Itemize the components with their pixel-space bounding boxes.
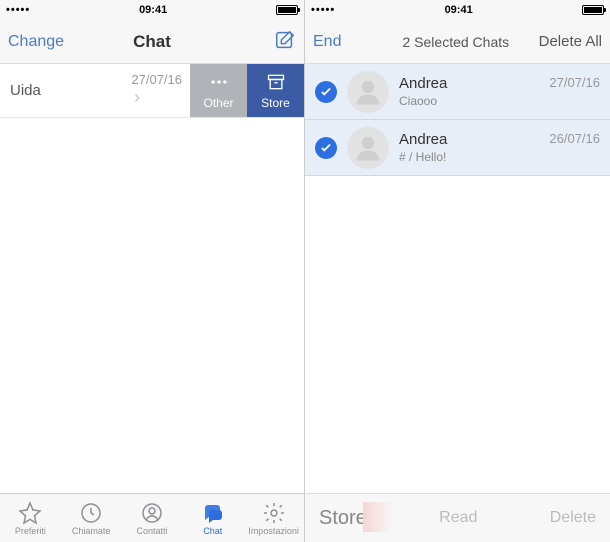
chat-list: Uida 27/07/16 › Other Store <box>0 64 304 493</box>
gear-icon <box>262 501 286 525</box>
tab-calls[interactable]: Chiamate <box>61 494 122 542</box>
selected-chat-row[interactable]: Andrea Ciaooo 27/07/16 <box>305 64 610 120</box>
chat-info: Andrea # / Hello! 26/07/16 <box>399 131 600 164</box>
tab-fav-label: Preferiti <box>15 526 46 536</box>
screen-chat-list: ••••• 09:41 Change Chat Uida 27/07/16 › <box>0 0 305 542</box>
chat-date: 27/07/16 <box>549 75 600 90</box>
tab-favorites[interactable]: Preferiti <box>0 494 61 542</box>
contact-icon <box>140 501 164 525</box>
status-time: 09:41 <box>445 4 473 16</box>
chat-name: Uida <box>10 82 41 99</box>
battery-indicator <box>582 5 604 15</box>
swipe-store-label: Store <box>261 96 290 110</box>
nav-bar-edit: End 2 Selected Chats Delete All <box>305 20 610 64</box>
status-bar-right: ••••• 09:41 <box>305 0 610 20</box>
chevron-right-icon: › <box>134 87 140 108</box>
star-icon <box>18 501 42 525</box>
chat-row[interactable]: Uida 27/07/16 › Other Store <box>0 64 304 118</box>
selected-chat-row[interactable]: Andrea # / Hello! 26/07/16 <box>305 120 610 176</box>
chat-date: 27/07/16 <box>131 72 182 87</box>
swipe-action-other[interactable]: Other <box>190 64 247 117</box>
status-time: 09:41 <box>139 4 167 16</box>
nav-bar: Change Chat <box>0 20 304 64</box>
toolbar-store-button[interactable]: Store <box>319 507 367 530</box>
blur-gradient <box>363 502 393 532</box>
tab-chat[interactable]: Chat <box>182 494 243 542</box>
compose-icon <box>274 29 296 51</box>
tab-settings[interactable]: Impostazioni <box>243 494 304 542</box>
ellipsis-icon <box>209 72 229 92</box>
tab-contacts-label: Contatti <box>136 526 167 536</box>
edit-toolbar: Store Read Delete <box>305 493 610 542</box>
clock-icon <box>79 501 103 525</box>
chat-date: 26/07/16 <box>549 131 600 146</box>
battery-icon <box>582 5 604 15</box>
chat-preview: # / Hello! <box>399 150 600 164</box>
archive-icon <box>266 72 286 92</box>
checkmark-icon[interactable] <box>315 137 337 159</box>
toolbar-delete-button[interactable]: Delete <box>550 509 596 527</box>
tab-settings-label: Impostazioni <box>248 526 299 536</box>
nav-delete-all-button[interactable]: Delete All <box>539 33 602 50</box>
signal-dots: ••••• <box>6 4 30 16</box>
avatar <box>347 71 389 113</box>
chat-row-content[interactable]: Uida 27/07/16 › <box>0 64 190 117</box>
chat-preview: Ciaooo <box>399 94 600 108</box>
tab-bar: Preferiti Chiamate Contatti Chat Imposta… <box>0 493 304 542</box>
status-bar: ••••• 09:41 <box>0 0 304 20</box>
compose-button[interactable] <box>236 29 296 55</box>
screen-edit-chats: ••••• 09:41 End 2 Selected Chats Delete … <box>305 0 610 542</box>
swipe-action-store[interactable]: Store <box>247 64 304 117</box>
chat-info: Andrea Ciaooo 27/07/16 <box>399 75 600 108</box>
checkmark-icon[interactable] <box>315 81 337 103</box>
nav-title: Chat <box>68 32 236 52</box>
nav-end-button[interactable]: End <box>313 33 373 51</box>
swipe-other-label: Other <box>203 96 233 110</box>
battery-icon <box>276 5 298 15</box>
edit-chat-list: Andrea Ciaooo 27/07/16 Andrea # / Hello!… <box>305 64 610 493</box>
nav-change-button[interactable]: Change <box>8 33 68 51</box>
chat-icon <box>201 501 225 525</box>
battery-indicator <box>276 5 298 15</box>
avatar <box>347 127 389 169</box>
signal-dots: ••••• <box>311 4 335 16</box>
tab-contacts[interactable]: Contatti <box>122 494 183 542</box>
toolbar-read-button[interactable]: Read <box>439 509 477 527</box>
tab-chat-label: Chat <box>203 526 222 536</box>
nav-selected-title: 2 Selected Chats <box>373 34 539 50</box>
tab-calls-label: Chiamate <box>72 526 111 536</box>
